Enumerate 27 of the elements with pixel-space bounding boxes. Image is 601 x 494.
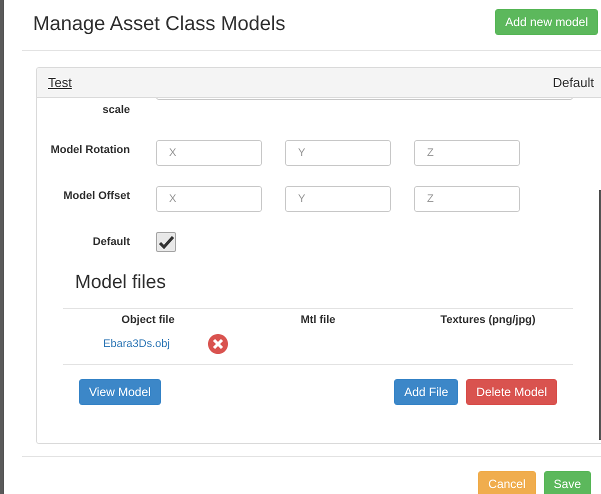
action-button[interactable]: Delete Model	[466, 379, 557, 405]
column-header: Textures (png/jpg)	[439, 314, 537, 326]
default-label: Default	[552, 75, 594, 90]
column-header: Mtl file	[300, 314, 336, 326]
model-name-link[interactable]: Test	[48, 75, 72, 90]
dialog-title: Manage Asset Class Models	[33, 12, 286, 36]
input-field[interactable]: X	[156, 186, 262, 212]
input-field[interactable]: Z	[414, 186, 520, 212]
check-icon	[158, 236, 174, 248]
delete-icon[interactable]	[208, 334, 228, 354]
footer-button[interactable]: Save	[544, 471, 591, 494]
footer-button[interactable]: Cancel	[478, 471, 536, 494]
field-label: Model Rotation	[50, 143, 130, 158]
field-label: scale	[101, 103, 130, 118]
file-link[interactable]: Ebara3Ds.obj	[103, 338, 170, 350]
column-header: Object file	[120, 314, 176, 326]
action-button[interactable]: View Model	[79, 379, 161, 405]
field-label: Default	[92, 235, 130, 250]
checkbox[interactable]	[156, 232, 176, 252]
input-field[interactable]: X	[156, 140, 262, 166]
action-button[interactable]: Add File	[394, 379, 458, 405]
section-heading: Model files	[75, 272, 167, 294]
input-field[interactable]: Y	[285, 186, 391, 212]
add-model-button[interactable]: Add new model	[495, 9, 598, 35]
input-field[interactable]: Z	[414, 140, 520, 166]
field-label: Model Offset	[62, 189, 130, 204]
input-field[interactable]: Y	[285, 140, 391, 166]
